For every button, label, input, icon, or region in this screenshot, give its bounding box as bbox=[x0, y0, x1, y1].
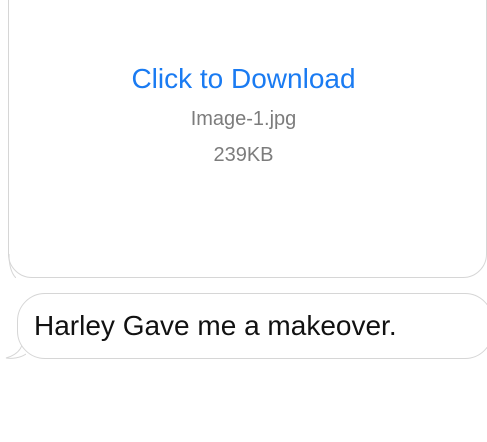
message-text: Harley Gave me a makeover. bbox=[34, 310, 397, 341]
attachment-file-name: Image-1.jpg bbox=[190, 108, 297, 130]
attachment-file-size: 239KB bbox=[213, 144, 274, 166]
attachment-bubble bbox=[8, 0, 487, 278]
download-link[interactable]: Click to Download bbox=[0, 62, 487, 96]
attachment-bubble-tail bbox=[8, 254, 16, 278]
